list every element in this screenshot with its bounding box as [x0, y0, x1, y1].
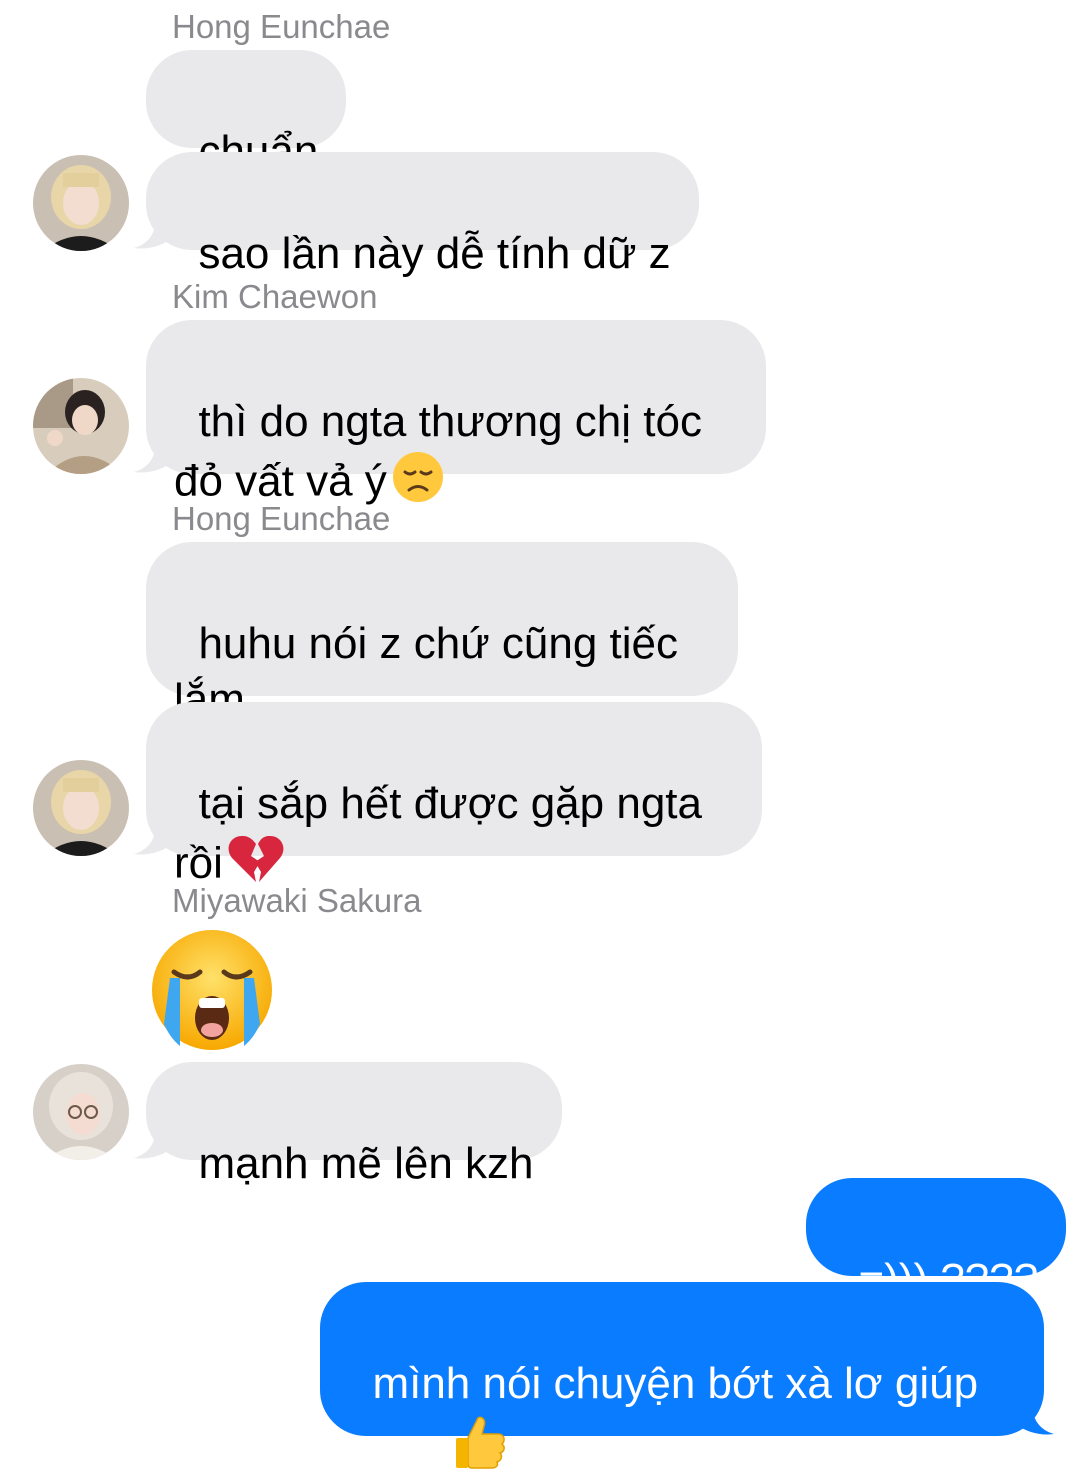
thumbs-up-icon — [450, 1412, 508, 1484]
message-text: mạnh mẽ lên kzh — [198, 1139, 534, 1188]
message-bubble[interactable]: tại sắp hết được gặp ngta rồi — [146, 702, 762, 888]
sender-name: Kim Chaewon — [172, 278, 378, 315]
bubble-tail — [134, 822, 172, 855]
avatar[interactable] — [33, 155, 129, 251]
message-bubble[interactable]: sao lần này dễ tính dữ z — [146, 152, 699, 278]
message-bubble-outgoing[interactable]: =))) ???? — [806, 1178, 1067, 1304]
bubble-tail — [134, 216, 172, 249]
loudly-crying-face-icon[interactable] — [150, 928, 274, 1052]
avatar[interactable] — [33, 1064, 129, 1160]
avatar[interactable] — [33, 378, 129, 474]
message-text: mình nói chuyện bớt xà lơ giúp em ạ — [348, 1359, 979, 1470]
bubble-tail — [134, 440, 172, 473]
message-bubble[interactable]: thì do ngta thương chị tóc đỏ vất vả ý — [146, 320, 766, 506]
message-bubble[interactable]: huhu nói z chứ cũng tiếc lắm — [146, 542, 738, 724]
sender-name: Hong Eunchae — [172, 500, 391, 537]
message-bubble-outgoing[interactable]: mình nói chuyện bớt xà lơ giúp em ạ — [320, 1282, 1044, 1470]
bubble-tail — [134, 1126, 172, 1159]
avatar[interactable] — [33, 760, 129, 856]
bubble-tail-outgoing — [1016, 1402, 1054, 1435]
disappointed-face-icon — [391, 450, 445, 518]
message-bubble[interactable]: chuẩn — [146, 50, 347, 176]
sender-name: Hong Eunchae — [172, 8, 391, 45]
message-text: sao lần này dễ tính dữ z — [198, 229, 671, 278]
message-bubble[interactable]: mạnh mẽ lên kzh — [146, 1062, 562, 1188]
sender-name: Miyawaki Sakura — [172, 882, 422, 919]
